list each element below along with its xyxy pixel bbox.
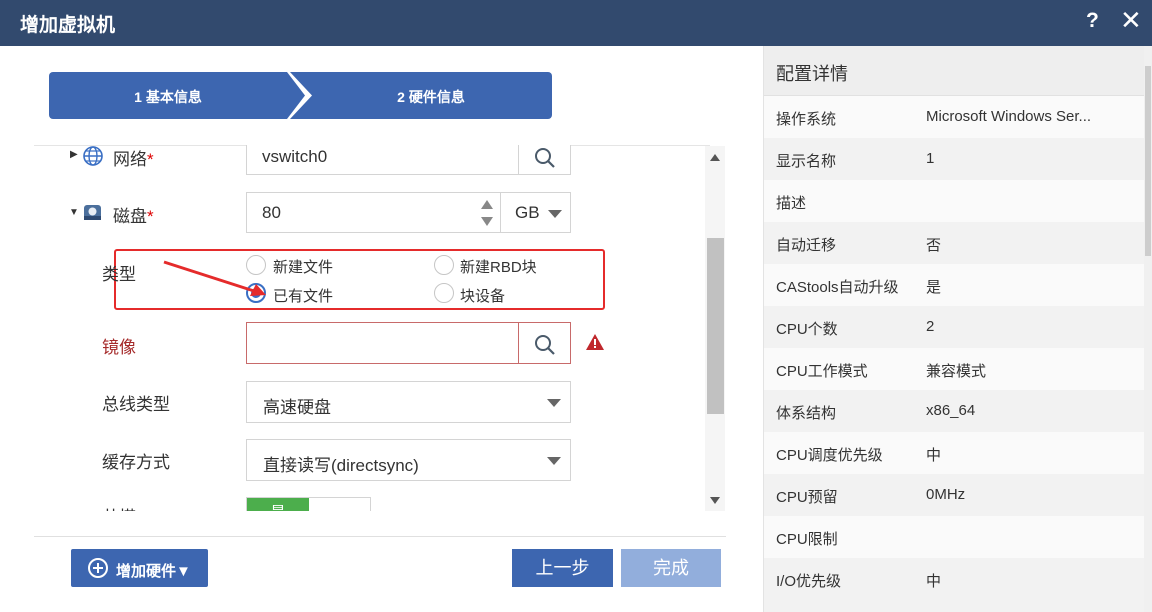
close-button[interactable]: ✕ [1120,5,1142,36]
detail-row: CAStools自动升级是 [764,264,1145,306]
detail-row: CPU预留 0MHz [764,474,1145,516]
detail-row: 自动迁移否 [764,222,1145,264]
disk-size-input[interactable]: 80 [246,192,501,233]
add-hardware-button[interactable]: 增加硬件▼ [71,549,208,587]
collapse-caret-icon[interactable]: ▼ [69,207,79,218]
cache-mode-select[interactable]: 直接读写(directsync) [246,439,571,481]
disk-label: 磁盘* [113,207,154,226]
image-label: 镜像 [102,338,136,357]
details-scroll-thumb[interactable] [1145,66,1151,256]
type-label: 类型 [102,265,136,284]
search-icon [535,335,555,355]
footer-divider [34,536,726,537]
image-search-button[interactable] [518,322,571,364]
config-details-panel: 配置详情 操作系统 Microsoft Windows Ser... 显示名称 1 … [763,46,1152,612]
annotation-arrow-icon [163,260,266,296]
dialog-title: 增加虚拟机 [20,15,116,36]
chevron-down-icon [548,210,562,218]
detail-row: 描述 [764,180,1145,222]
partial-toggle[interactable]: 是 [246,497,371,511]
partial-row-label: 共搭 [102,503,136,511]
network-label: 网络* [113,150,154,169]
stepper-arrows-icon[interactable] [480,198,494,228]
detail-row: 操作系统 Microsoft Windows Ser... [764,96,1145,138]
image-field[interactable] [246,322,519,364]
chevron-down-icon [547,399,561,407]
radio-block-device[interactable] [434,283,454,303]
network-search-button[interactable] [518,145,571,175]
bus-type-label: 总线类型 [102,395,170,414]
bus-type-select[interactable]: 高速硬盘 [246,381,571,423]
finish-button[interactable]: 完成 [621,549,721,587]
expand-caret-icon[interactable]: ▶ [70,149,78,160]
previous-button[interactable]: 上一步 [512,549,613,587]
form-scroll-thumb[interactable] [707,238,724,414]
detail-row: I/O优先级中 [764,558,1145,600]
scroll-up-icon[interactable] [709,153,721,163]
warning-icon [586,334,604,350]
detail-row: CPU限制 [764,516,1145,558]
add-circle-icon [88,558,108,578]
radio-label: 新建RBD块 [460,259,537,276]
detail-row: CPU工作模式 兼容模式 [764,348,1145,390]
detail-row: CPU调度优先级中 [764,432,1145,474]
step-label: 1 基本信息 [134,89,202,105]
hardware-form: ▶ 网络* vswitch0 ▼ 磁盘* 80 GB 类型 新建文件 新建RBD… [34,145,710,511]
dialog-titlebar: 增加虚拟机 ? ✕ [0,0,1152,46]
radio-new-rbd[interactable] [434,255,454,275]
scroll-down-icon[interactable] [709,495,721,505]
detail-row: 显示名称 1 [764,138,1145,180]
disk-unit-select[interactable]: GB [500,192,571,233]
step-hardware-info[interactable]: 2 硬件信息 [290,72,552,119]
network-field[interactable]: vswitch0 [246,145,519,175]
detail-row: 体系结构 x86_64 [764,390,1145,432]
globe-icon [83,146,103,166]
detail-row: CPU个数 2 [764,306,1145,348]
cache-mode-label: 缓存方式 [102,453,170,472]
search-icon [535,148,555,168]
radio-label: 块设备 [460,288,506,305]
radio-label: 新建文件 [273,259,334,276]
details-title: 配置详情 [764,46,1152,96]
help-button[interactable]: ? [1086,9,1099,33]
radio-label: 已有文件 [273,288,334,305]
step-basic-info[interactable]: 1 基本信息 [49,72,305,119]
step-label: 2 硬件信息 [397,89,465,105]
chevron-down-icon [547,457,561,465]
disk-icon [84,205,101,220]
toggle-on-segment: 是 [247,498,309,511]
